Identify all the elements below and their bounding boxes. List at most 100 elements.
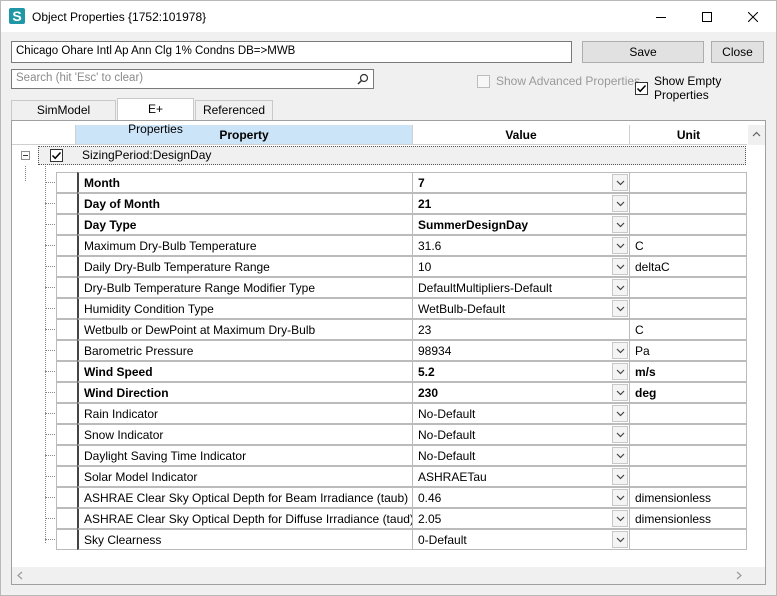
property-row[interactable]: ASHRAE Clear Sky Optical Depth for Diffu… [56, 508, 747, 529]
property-row[interactable]: Month 7 [56, 172, 747, 193]
value-dropdown-button[interactable] [612, 195, 628, 212]
property-row[interactable]: Humidity Condition Type WetBulb-Default [56, 298, 747, 319]
property-value-cell[interactable]: 2.05 [413, 508, 630, 529]
property-value-cell[interactable]: 0-Default [413, 529, 630, 550]
tree-connector [45, 476, 55, 477]
row-selector[interactable] [56, 277, 77, 298]
property-value-cell[interactable]: No-Default [413, 445, 630, 466]
row-selector[interactable] [56, 361, 77, 382]
value-dropdown-button[interactable] [612, 426, 628, 443]
value-dropdown-button[interactable] [612, 468, 628, 485]
property-row[interactable]: Wetbulb or DewPoint at Maximum Dry-Bulb 2… [56, 319, 747, 340]
close-icon [748, 11, 758, 22]
value-dropdown-button[interactable] [612, 384, 628, 401]
property-row[interactable]: ASHRAE Clear Sky Optical Depth for Beam … [56, 487, 747, 508]
property-value-cell[interactable]: DefaultMultipliers-Default [413, 277, 630, 298]
property-value-text: 0.46 [418, 491, 442, 505]
show-empty-checkbox[interactable] [635, 81, 648, 95]
minimize-button[interactable] [638, 1, 684, 32]
property-row[interactable]: Day Type SummerDesignDay [56, 214, 747, 235]
value-dropdown-button[interactable] [612, 174, 628, 191]
property-row[interactable]: Barometric Pressure 98934 Pa [56, 340, 747, 361]
tab-simmodel-properties[interactable]: SimModel Properties [11, 100, 116, 135]
search-icon[interactable] [357, 73, 369, 85]
tree-connector [45, 392, 55, 393]
column-header-value[interactable]: Value [413, 125, 630, 145]
row-selector[interactable] [56, 529, 77, 550]
property-value-cell[interactable]: 31.6 [413, 235, 630, 256]
row-selector[interactable] [56, 382, 77, 403]
row-selector[interactable] [56, 172, 77, 193]
group-row-sizingperiod[interactable]: SizingPeriod:DesignDay [12, 146, 746, 165]
value-dropdown-button[interactable] [612, 216, 628, 233]
property-value-cell[interactable]: 10 [413, 256, 630, 277]
property-value-cell[interactable]: 0.46 [413, 487, 630, 508]
property-value-cell[interactable]: 23 [413, 319, 630, 340]
property-row[interactable]: Sky Clearness 0-Default [56, 529, 747, 550]
property-value-cell[interactable]: No-Default [413, 424, 630, 445]
show-empty-toggle[interactable]: Show Empty Properties [635, 74, 776, 102]
column-header-property[interactable]: Property [76, 125, 413, 145]
property-value-cell[interactable]: 7 [413, 172, 630, 193]
row-selector[interactable] [56, 256, 77, 277]
show-advanced-label: Show Advanced Properties [496, 74, 641, 88]
object-name-field[interactable]: Chicago Ohare Intl Ap Ann Clg 1% Condns … [11, 41, 572, 63]
show-advanced-checkbox[interactable] [477, 74, 490, 88]
property-row[interactable]: Snow Indicator No-Default [56, 424, 747, 445]
property-row[interactable]: Maximum Dry-Bulb Temperature 31.6 C [56, 235, 747, 256]
close-window-button[interactable] [730, 1, 776, 32]
vertical-scrollbar[interactable] [748, 125, 765, 145]
maximize-button[interactable] [684, 1, 730, 32]
value-dropdown-button[interactable] [612, 363, 628, 380]
row-selector[interactable] [56, 319, 77, 340]
property-row[interactable]: Rain Indicator No-Default [56, 403, 747, 424]
value-dropdown-button[interactable] [612, 279, 628, 296]
search-input[interactable]: Search (hit 'Esc' to clear) [11, 69, 374, 89]
property-row[interactable]: Dry-Bulb Temperature Range Modifier Type… [56, 277, 747, 298]
window-title: Object Properties {1752:101978} [32, 10, 207, 24]
property-value-cell[interactable]: No-Default [413, 403, 630, 424]
value-dropdown-button[interactable] [612, 237, 628, 254]
column-header-unit[interactable]: Unit [630, 125, 747, 145]
value-dropdown-button[interactable] [612, 531, 628, 548]
value-dropdown-button[interactable] [612, 489, 628, 506]
group-checkbox[interactable] [50, 149, 63, 162]
row-selector[interactable] [56, 340, 77, 361]
property-value-cell[interactable]: WetBulb-Default [413, 298, 630, 319]
row-selector[interactable] [56, 193, 77, 214]
property-row[interactable]: Wind Speed 5.2 m/s [56, 361, 747, 382]
property-row[interactable]: Day of Month 21 [56, 193, 747, 214]
row-selector[interactable] [56, 466, 77, 487]
value-dropdown-button[interactable] [612, 405, 628, 422]
property-value-cell[interactable]: 230 [413, 382, 630, 403]
tab-referenced-by[interactable]: Referenced By [195, 100, 273, 135]
property-row[interactable]: Daily Dry-Bulb Temperature Range 10 deltaC [56, 256, 747, 277]
row-selector[interactable] [56, 214, 77, 235]
property-value-cell[interactable]: 21 [413, 193, 630, 214]
row-selector[interactable] [56, 424, 77, 445]
row-selector[interactable] [56, 298, 77, 319]
value-dropdown-button[interactable] [612, 342, 628, 359]
property-value-cell[interactable]: SummerDesignDay [413, 214, 630, 235]
collapse-icon[interactable] [21, 151, 30, 160]
value-dropdown-button[interactable] [612, 510, 628, 527]
property-row[interactable]: Wind Direction 230 deg [56, 382, 747, 403]
property-row[interactable]: Daylight Saving Time Indicator No-Default [56, 445, 747, 466]
show-advanced-toggle[interactable]: Show Advanced Properties [477, 74, 640, 88]
close-button[interactable]: Close [711, 41, 764, 63]
row-selector[interactable] [56, 445, 77, 466]
value-dropdown-button[interactable] [612, 258, 628, 275]
value-dropdown-button[interactable] [612, 300, 628, 317]
row-selector[interactable] [56, 508, 77, 529]
value-dropdown-button[interactable] [612, 447, 628, 464]
row-selector[interactable] [56, 235, 77, 256]
property-value-cell[interactable]: ASHRAETau [413, 466, 630, 487]
row-selector[interactable] [56, 403, 77, 424]
horizontal-scrollbar[interactable] [12, 567, 765, 584]
save-button[interactable]: Save [582, 41, 704, 63]
tab-eplus-properties[interactable]: E+ Properties [117, 98, 194, 136]
row-selector[interactable] [56, 487, 77, 508]
property-row[interactable]: Solar Model Indicator ASHRAETau [56, 466, 747, 487]
property-value-cell[interactable]: 98934 [413, 340, 630, 361]
property-value-cell[interactable]: 5.2 [413, 361, 630, 382]
